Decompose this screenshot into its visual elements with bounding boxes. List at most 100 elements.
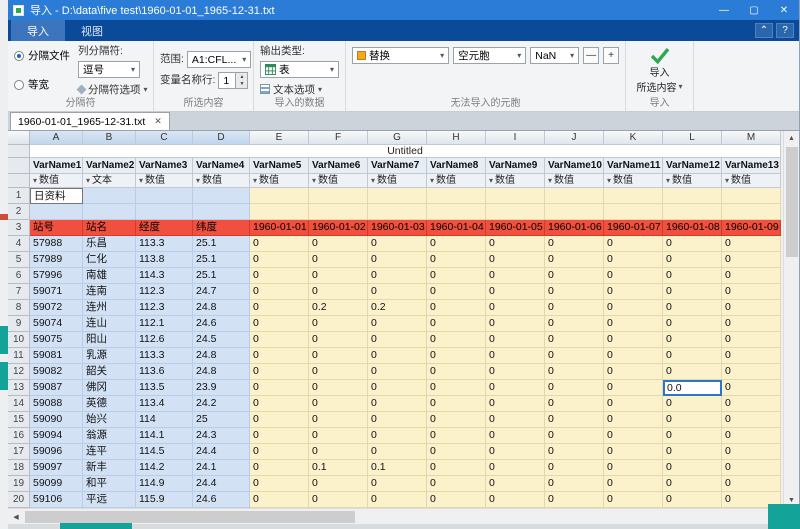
table-cell[interactable]: 114.5 [136,444,193,460]
table-cell[interactable]: 0 [604,460,663,476]
table-cell[interactable]: 0 [427,428,486,444]
row-header-8[interactable]: 8 [8,300,30,316]
table-cell[interactable]: 0 [368,476,427,492]
row-header-20[interactable]: 20 [8,492,30,508]
stepper-up-icon[interactable]: ▲ [236,73,247,81]
row-header-7[interactable]: 7 [8,284,30,300]
table-cell[interactable]: 0 [663,332,722,348]
table-cell[interactable]: 0 [427,364,486,380]
table-cell[interactable]: 0 [368,348,427,364]
replace-rule-select[interactable]: 替换 [352,47,449,64]
table-cell[interactable]: 0 [486,300,545,316]
table-cell[interactable]: 24.5 [193,332,250,348]
document-tab[interactable]: 1960-01-01_1965-12-31.txt ✕ [10,112,170,130]
table-cell[interactable]: 1960-01-01 [250,220,309,236]
table-cell[interactable]: 113.4 [136,396,193,412]
table-cell[interactable]: 0 [604,268,663,284]
table-cell[interactable]: 0 [250,348,309,364]
table-cell[interactable]: 0.2 [368,300,427,316]
table-cell[interactable]: 0 [604,284,663,300]
row-header-12[interactable]: 12 [8,364,30,380]
horizontal-scroll-thumb[interactable] [25,511,355,523]
table-cell[interactable]: 24.8 [193,348,250,364]
table-cell[interactable]: 0 [722,364,781,380]
table-cell[interactable]: 0 [309,236,368,252]
column-header-H[interactable]: H [427,131,486,145]
table-cell[interactable]: 24.4 [193,444,250,460]
table-cell[interactable]: 0 [486,332,545,348]
table-cell[interactable]: 0 [663,348,722,364]
table-cell[interactable]: 0 [663,444,722,460]
table-cell[interactable]: 23.9 [193,380,250,396]
scroll-up-icon[interactable]: ▲ [784,131,800,146]
table-cell[interactable]: 0 [604,300,663,316]
table-cell[interactable] [486,188,545,204]
table-cell[interactable] [309,188,368,204]
table-cell[interactable]: 0 [486,460,545,476]
table-cell[interactable]: 0 [427,348,486,364]
row-header-9[interactable]: 9 [8,316,30,332]
variable-type-13[interactable]: 数值 [722,174,781,188]
table-cell[interactable]: 0 [250,268,309,284]
collapse-ribbon-icon[interactable]: ⌃ [755,23,773,38]
table-cell[interactable] [368,188,427,204]
table-cell[interactable]: 115.9 [136,492,193,508]
table-cell[interactable] [722,204,781,220]
table-cell[interactable]: 0 [368,412,427,428]
table-cell[interactable]: 连山 [83,316,136,332]
table-cell[interactable]: 112.1 [136,316,193,332]
table-cell[interactable]: 0 [250,460,309,476]
column-header-E[interactable]: E [250,131,309,145]
table-cell[interactable]: 1960-01-09 [722,220,781,236]
table-cell[interactable]: 0 [663,460,722,476]
table-cell[interactable]: 0 [427,332,486,348]
table-cell[interactable]: 0 [545,492,604,508]
variable-type-2[interactable]: 文本 [83,174,136,188]
table-cell[interactable]: 佛冈 [83,380,136,396]
table-cell[interactable] [604,188,663,204]
row-header-15[interactable]: 15 [8,412,30,428]
table-cell[interactable]: 0 [427,268,486,284]
table-cell[interactable]: 0 [722,316,781,332]
table-cell[interactable]: 1960-01-08 [663,220,722,236]
table-cell[interactable]: 0 [722,476,781,492]
variable-type-7[interactable]: 数值 [368,174,427,188]
table-cell[interactable]: 0 [486,476,545,492]
table-cell[interactable]: 0 [604,236,663,252]
table-cell[interactable]: 25 [193,412,250,428]
table-cell[interactable]: 0 [722,332,781,348]
table-cell[interactable]: 0 [309,428,368,444]
scroll-left-icon[interactable]: ◀ [8,509,24,524]
table-cell[interactable]: 0 [545,236,604,252]
radio-delimited[interactable]: 分隔文件 [14,47,70,64]
table-cell[interactable]: 仁化 [83,252,136,268]
variable-name-9[interactable]: VarName9 [486,158,545,174]
table-cell[interactable]: 0 [368,268,427,284]
close-button[interactable]: ✕ [769,0,799,20]
table-cell[interactable]: 0 [427,300,486,316]
table-cell[interactable]: 112.3 [136,284,193,300]
table-cell[interactable]: 0 [427,236,486,252]
table-cell[interactable]: 0 [663,316,722,332]
table-cell[interactable] [604,204,663,220]
row-header-13[interactable]: 13 [8,380,30,396]
table-cell[interactable] [427,188,486,204]
variable-name-8[interactable]: VarName8 [427,158,486,174]
table-cell[interactable]: 24.8 [193,364,250,380]
table-cell[interactable]: 日资料 [30,188,83,204]
table-cell[interactable]: 乳源 [83,348,136,364]
table-cell[interactable] [368,204,427,220]
table-cell[interactable]: 0 [722,252,781,268]
table-cell[interactable]: 59071 [30,284,83,300]
table-cell[interactable]: 0 [663,300,722,316]
variable-type-8[interactable]: 数值 [427,174,486,188]
column-header-C[interactable]: C [136,131,193,145]
column-header-G[interactable]: G [368,131,427,145]
row-header-11[interactable]: 11 [8,348,30,364]
table-cell[interactable]: 和平 [83,476,136,492]
table-cell[interactable]: 0 [545,412,604,428]
row-header-17[interactable]: 17 [8,444,30,460]
table-cell[interactable]: 0 [250,412,309,428]
variable-type-5[interactable]: 数值 [250,174,309,188]
table-cell[interactable]: 59074 [30,316,83,332]
